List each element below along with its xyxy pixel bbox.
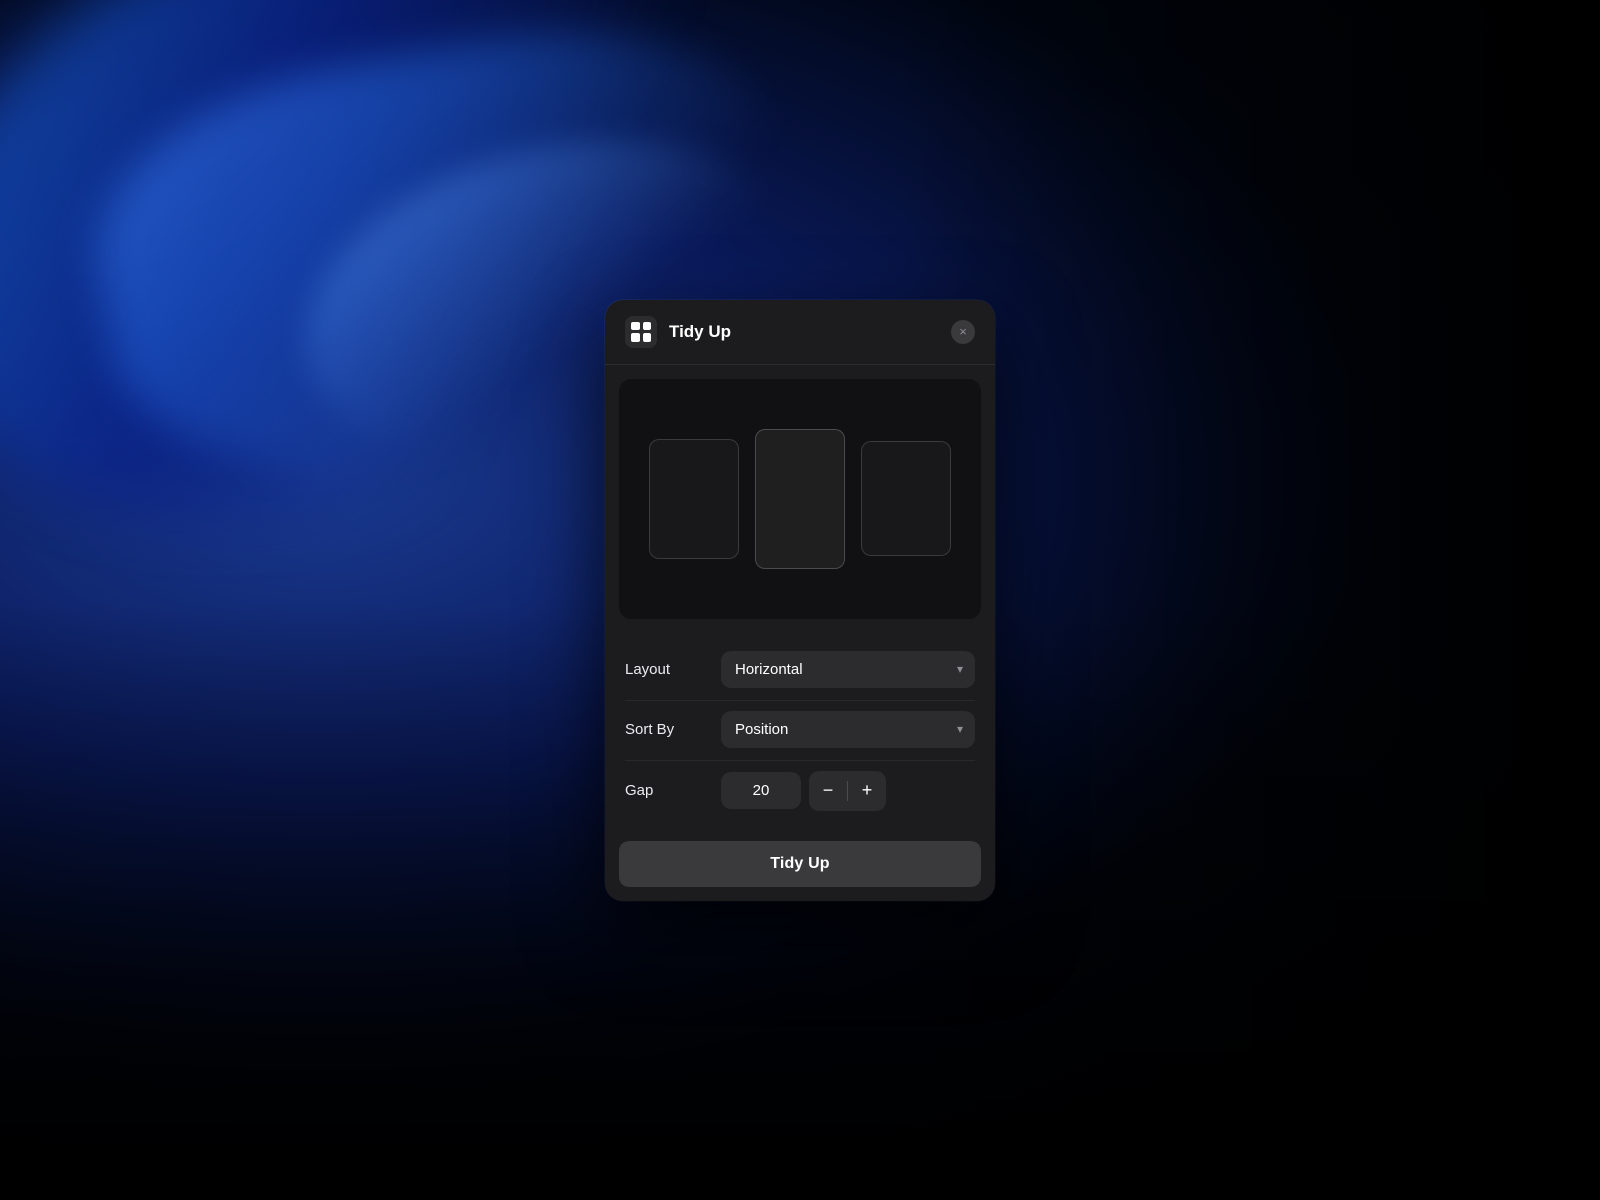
app-icon-dot [643,322,652,331]
sort-by-label: Sort By [625,721,705,738]
controls-area: Layout Horizontal Vertical Grid ▾ Sort B… [605,633,995,837]
app-icon-dot [631,322,640,331]
gap-value-input[interactable] [721,772,801,809]
dialog-header: Tidy Up × [605,300,995,365]
gap-row: Gap − + [625,760,975,821]
sort-by-control-right: Position Name Size Date ▾ [721,711,975,748]
layout-row: Layout Horizontal Vertical Grid ▾ [625,641,975,698]
app-icon-dot [631,333,640,342]
gap-control-right: − + [721,771,975,811]
layout-control-right: Horizontal Vertical Grid ▾ [721,651,975,688]
layout-label: Layout [625,661,705,678]
sort-by-select-wrapper: Position Name Size Date ▾ [721,711,975,748]
sort-by-row: Sort By Position Name Size Date ▾ [625,700,975,758]
app-icon [625,316,657,348]
layout-select[interactable]: Horizontal Vertical Grid [721,651,975,688]
gap-increment-button[interactable]: + [848,771,886,811]
layout-select-wrapper: Horizontal Vertical Grid ▾ [721,651,975,688]
app-icon-dot [643,333,652,342]
preview-card-left [649,439,739,559]
preview-card-right [861,441,951,556]
gap-stepper: − + [809,771,886,811]
gap-decrement-button[interactable]: − [809,771,847,811]
tidy-up-button[interactable]: Tidy Up [619,841,981,887]
dialog-title: Tidy Up [669,322,939,342]
preview-card-center [755,429,845,569]
sort-by-select[interactable]: Position Name Size Date [721,711,975,748]
close-button[interactable]: × [951,320,975,344]
tidy-up-dialog: Tidy Up × Layout Horizontal Vertical Gri… [605,300,995,901]
layout-preview [619,379,981,619]
gap-label: Gap [625,782,705,799]
